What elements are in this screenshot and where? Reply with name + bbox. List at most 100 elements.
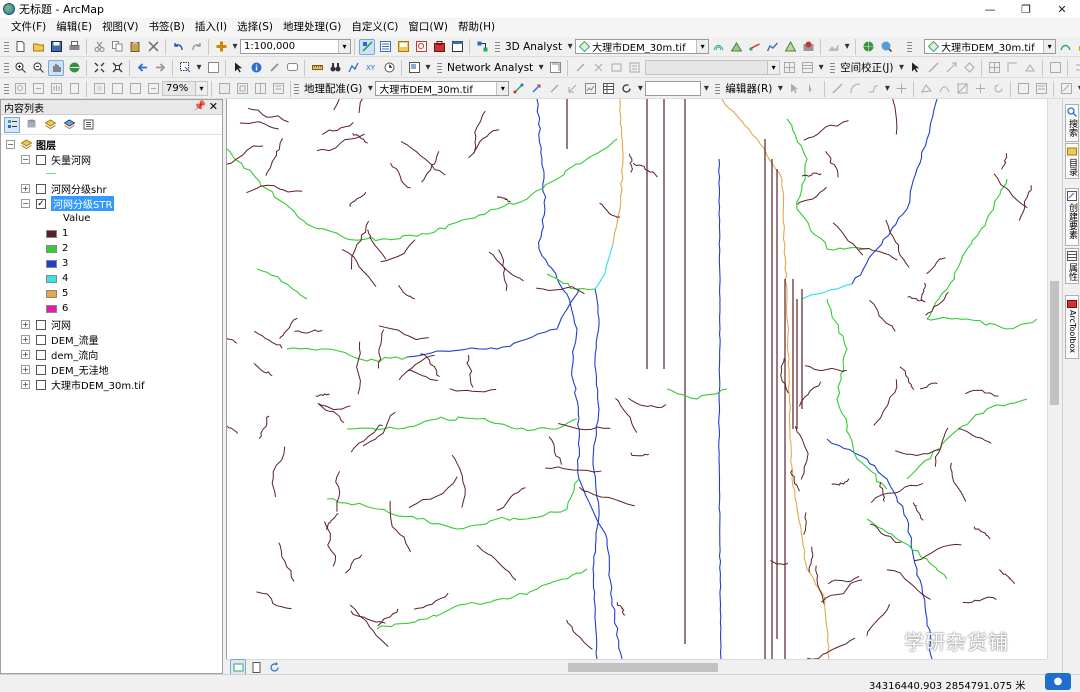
dock-tab-catalog[interactable]: 目录	[1065, 143, 1079, 179]
paste-icon[interactable]	[127, 39, 143, 55]
network-analyst-window-icon[interactable]	[547, 60, 563, 76]
menu-customize[interactable]: 自定义(C)	[346, 18, 403, 37]
shift-icon[interactable]	[546, 81, 562, 97]
add-data-dropdown-icon[interactable]: ▾	[231, 39, 239, 55]
network-analyst-menu[interactable]: Network Analyst	[444, 62, 536, 74]
new-identity-link-icon[interactable]	[1004, 60, 1020, 76]
cut-icon[interactable]	[91, 39, 107, 55]
layer-row-dem-flow-accumulation[interactable]: + DEM_流量	[21, 332, 99, 347]
pin-icon[interactable]: 📌	[194, 101, 206, 112]
find-binoculars-icon[interactable]	[327, 60, 343, 76]
change-layout-icon[interactable]	[252, 81, 268, 97]
cut-polygons-icon[interactable]	[954, 81, 970, 97]
html-popup-icon[interactable]	[284, 60, 300, 76]
layer-row-stream-order-str[interactable]: − ✓ 河网分级STR	[21, 196, 115, 211]
end-point-arc-icon[interactable]	[847, 81, 863, 97]
refresh-icon[interactable]	[266, 659, 282, 675]
layer-visibility-checkbox[interactable]	[36, 154, 46, 165]
arcscene-icon[interactable]	[782, 39, 798, 55]
collapse-icon[interactable]: −	[21, 199, 30, 208]
expand-icon[interactable]: +	[21, 365, 30, 374]
split-icon[interactable]	[972, 81, 988, 97]
print-icon[interactable]	[66, 39, 82, 55]
open-folder-icon[interactable]	[30, 39, 46, 55]
layer-row-vector-rivers[interactable]: − 矢量河网	[21, 152, 91, 167]
layer-visibility-checkbox-checked[interactable]: ✓	[36, 198, 46, 209]
dock-tab-arctoolbox[interactable]: ArcToolbox	[1065, 295, 1079, 359]
python-window-icon[interactable]	[449, 39, 465, 55]
fixed-zoom-in-icon[interactable]	[91, 60, 107, 76]
toggle-draft-mode-icon[interactable]	[216, 81, 232, 97]
multiple-displacement-links-icon[interactable]	[961, 60, 977, 76]
vertical-scrollbar[interactable]	[1047, 99, 1061, 659]
menu-help[interactable]: 帮助(H)	[453, 18, 500, 37]
new-displacement-link-icon[interactable]	[925, 60, 941, 76]
menu-view[interactable]: 视图(V)	[97, 18, 143, 37]
delete-icon[interactable]	[145, 39, 161, 55]
minimize-button[interactable]: —	[972, 0, 1008, 18]
spatial-analyst-layer-combo[interactable]: 大理市DEM_30m.tif ▾	[924, 39, 1057, 54]
layer-visibility-checkbox[interactable]	[36, 379, 46, 390]
profile-graph-icon[interactable]	[764, 39, 780, 55]
chevron-down-icon[interactable]: ▾	[424, 60, 432, 76]
list-by-drawing-order-icon[interactable]	[4, 116, 20, 133]
restore-button[interactable]: ❐	[1008, 0, 1044, 18]
rotate-tool-icon[interactable]	[618, 81, 634, 97]
save-icon[interactable]	[48, 39, 64, 55]
edit-attributes-icon[interactable]	[1015, 81, 1031, 97]
map-scale-combo[interactable]: 1:100,000 ▾	[240, 39, 351, 54]
dock-tab-search[interactable]: 搜索	[1065, 104, 1079, 142]
create-features-icon[interactable]	[1058, 81, 1074, 97]
map-display[interactable]	[226, 99, 1047, 659]
edit-annotation-icon[interactable]	[804, 81, 820, 97]
menu-geoprocessing[interactable]: 地理处理(G)	[278, 18, 346, 37]
undo-icon[interactable]	[170, 39, 186, 55]
dock-tab-create-features[interactable]: 创建要素	[1065, 188, 1079, 246]
histogram-icon[interactable]	[1075, 39, 1080, 55]
toolbar-grip[interactable]	[907, 41, 913, 52]
fixed-zoom-in-layout-icon[interactable]	[109, 81, 125, 97]
clear-selection-icon[interactable]	[205, 60, 221, 76]
expand-icon[interactable]: +	[21, 380, 30, 389]
toolbar-options-icon[interactable]: ▾	[702, 81, 710, 97]
trace-icon[interactable]	[865, 81, 881, 97]
toolbar-options-icon[interactable]: ▾	[1076, 81, 1080, 97]
create-network-location-icon[interactable]	[572, 60, 588, 76]
menu-selection[interactable]: 选择(S)	[232, 18, 278, 37]
chevron-down-icon[interactable]: ▾	[897, 60, 905, 76]
layer-row-dem-flow-direction[interactable]: + dem_流向	[21, 347, 98, 362]
layer-visibility-checkbox[interactable]	[36, 334, 46, 345]
directions-icon[interactable]	[626, 60, 642, 76]
line-of-sight-icon[interactable]	[746, 39, 762, 55]
layer-visibility-checkbox[interactable]	[36, 183, 46, 194]
arctoolbox-window-icon[interactable]	[431, 39, 447, 55]
menu-insert[interactable]: 插入(I)	[190, 18, 232, 37]
rotate-icon[interactable]	[528, 81, 544, 97]
3d-analyst-menu[interactable]: 3D Analyst	[502, 41, 565, 53]
menu-file[interactable]: 文件(F)	[6, 18, 51, 37]
list-by-visibility-icon[interactable]	[42, 117, 58, 133]
menu-edit[interactable]: 编辑(E)	[51, 18, 97, 37]
chevron-down-icon[interactable]: ▾	[636, 81, 644, 97]
3d-analyst-layer-combo[interactable]: 大理市DEM_30m.tif ▾	[575, 39, 710, 54]
layer-row-stream-order-shr[interactable]: + 河网分级shr	[21, 181, 107, 196]
toolbar-grip[interactable]	[294, 83, 299, 94]
vertical-scroll-thumb[interactable]	[1050, 281, 1059, 405]
sketch-properties-icon[interactable]	[1033, 81, 1049, 97]
arcglobe-icon[interactable]	[800, 39, 816, 55]
new-document-icon[interactable]	[12, 39, 28, 55]
measure-icon[interactable]	[309, 60, 325, 76]
chevron-down-icon[interactable]: ▾	[195, 60, 203, 76]
redo-icon[interactable]	[188, 39, 204, 55]
forward-arrow-icon[interactable]	[152, 60, 168, 76]
go-back-extent-icon[interactable]	[145, 81, 161, 97]
zoom-100-percent-icon[interactable]	[91, 81, 107, 97]
modify-link-icon[interactable]	[943, 60, 959, 76]
viewer-icon[interactable]	[582, 81, 598, 97]
layout-zoom-out-icon[interactable]	[30, 81, 46, 97]
chevron-down-icon[interactable]: ▾	[537, 60, 545, 76]
search-window-icon[interactable]	[413, 39, 429, 55]
toc-options-icon[interactable]	[80, 117, 96, 133]
back-arrow-icon[interactable]	[134, 60, 150, 76]
straight-segment-icon[interactable]	[829, 81, 845, 97]
